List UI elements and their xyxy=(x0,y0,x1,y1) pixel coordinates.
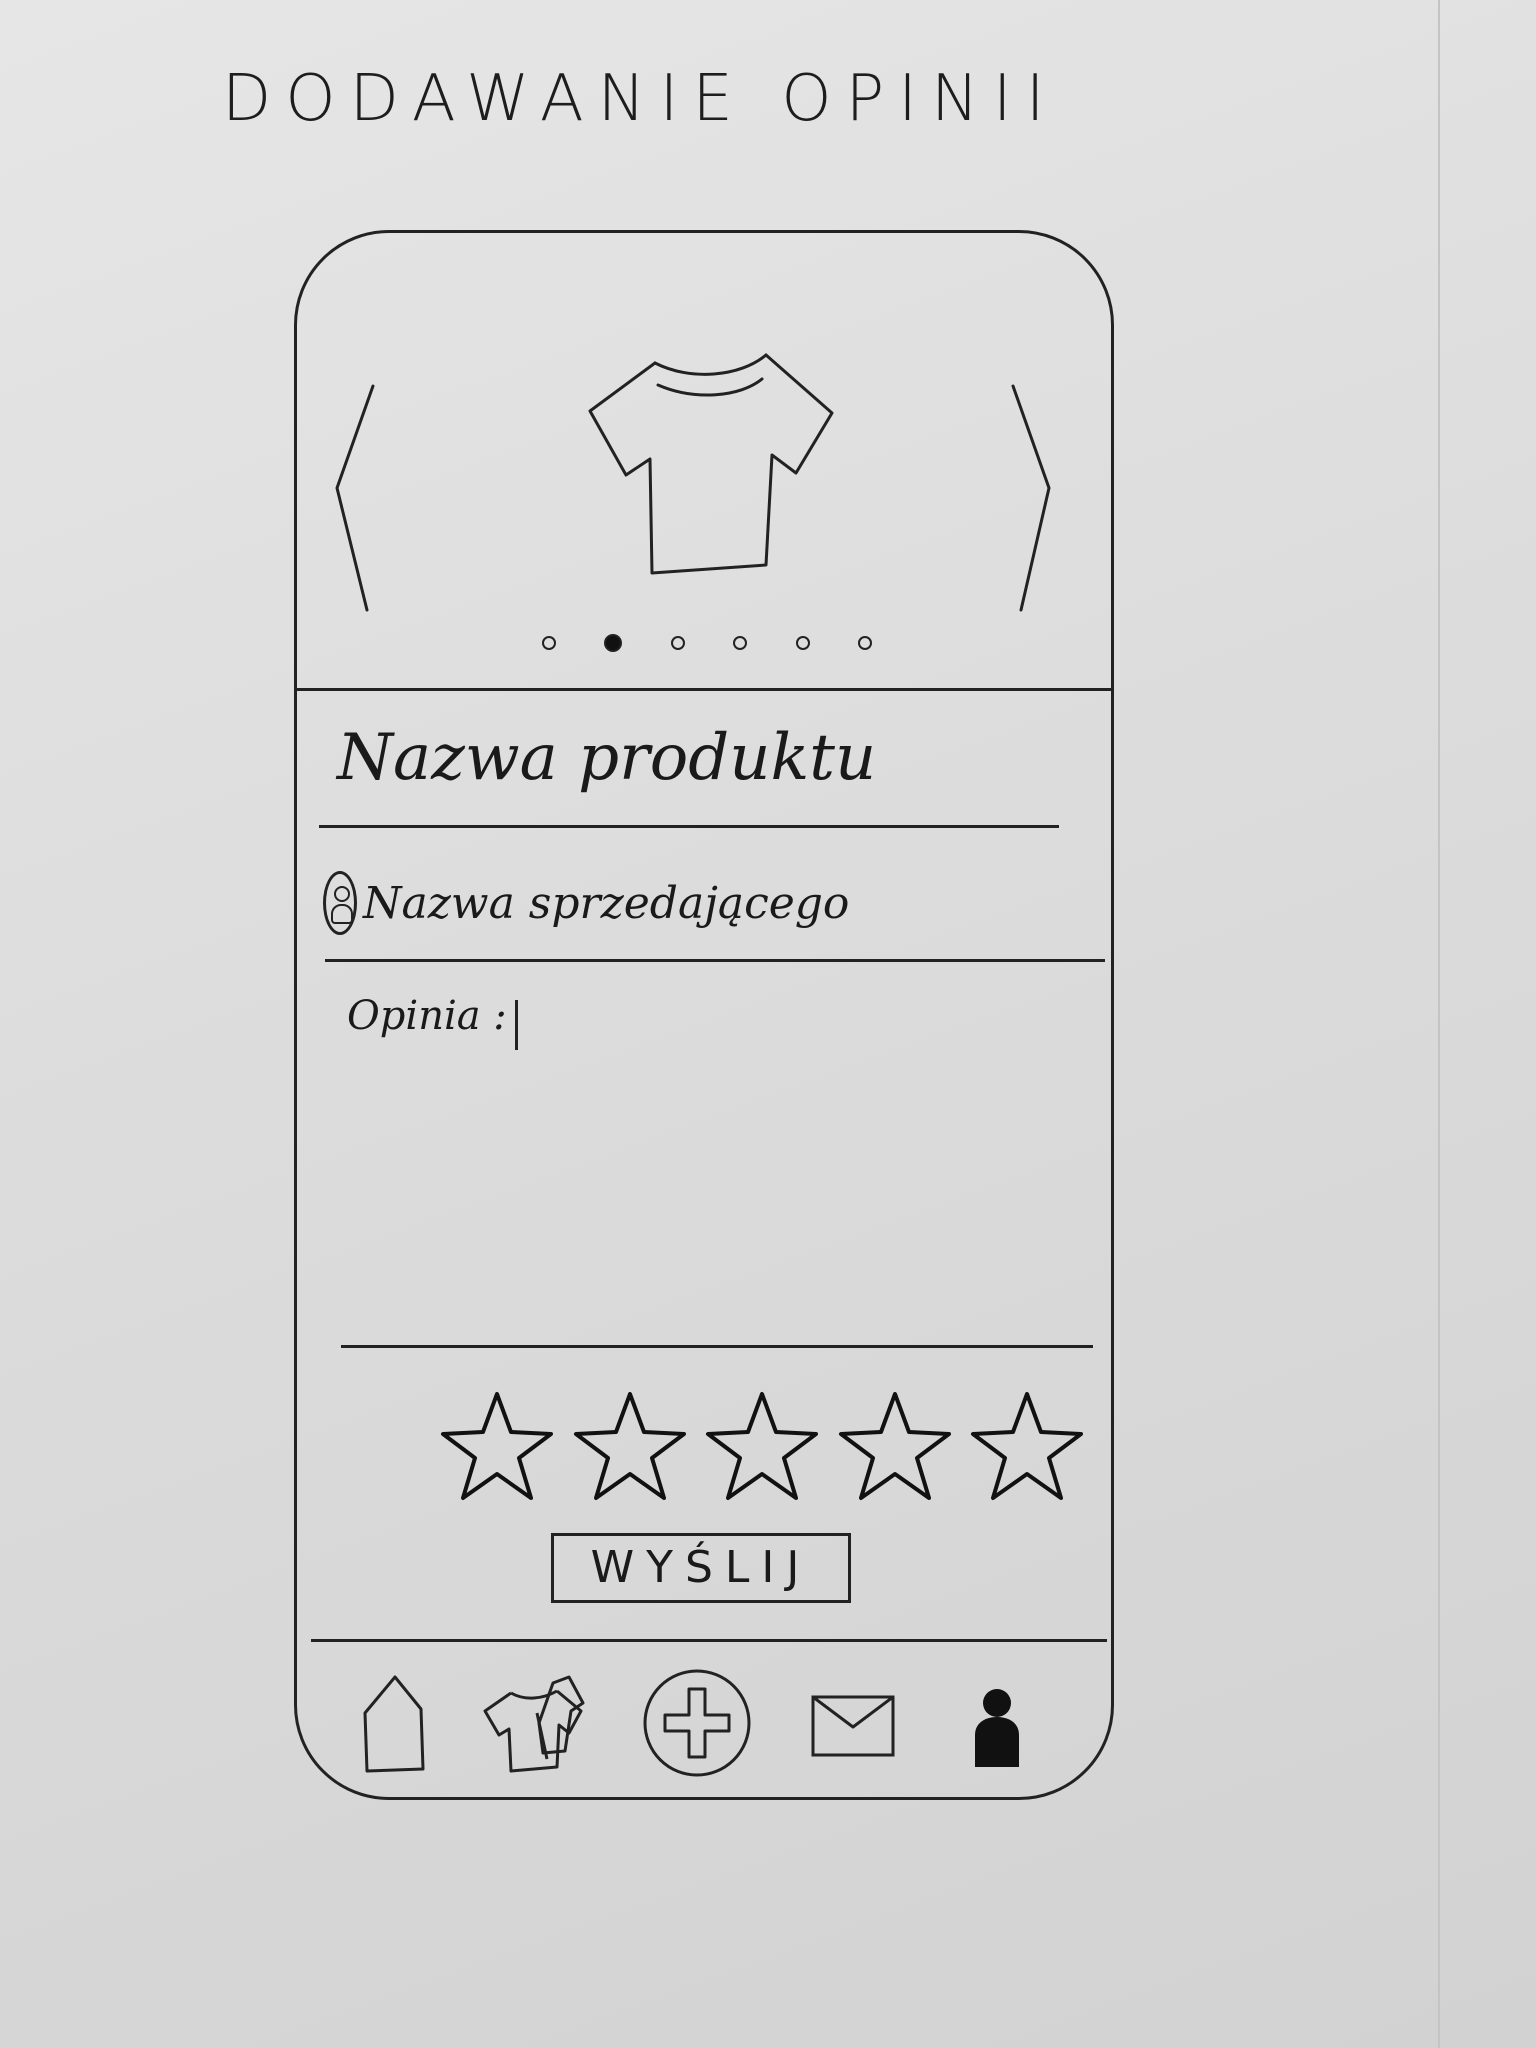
mail-icon xyxy=(811,1695,895,1757)
send-button[interactable]: WYŚLIJ xyxy=(551,1533,851,1603)
user-icon xyxy=(323,871,357,935)
tab-messages[interactable] xyxy=(797,1663,917,1783)
carousel-dot[interactable] xyxy=(733,636,748,650)
add-circle-icon xyxy=(643,1669,751,1777)
chevron-left-icon xyxy=(335,384,375,612)
divider xyxy=(319,825,1059,828)
star-icon[interactable] xyxy=(437,1388,557,1508)
divider xyxy=(325,959,1105,962)
divider xyxy=(341,1345,1093,1348)
text-caret xyxy=(514,999,518,1050)
sketch-title: DODAWANIE OPINII xyxy=(222,62,1059,136)
product-name: Nazwa produktu xyxy=(337,721,877,795)
clothes-icon xyxy=(483,1675,585,1773)
chevron-right-icon xyxy=(1011,384,1051,612)
carousel-next-button[interactable] xyxy=(1003,378,1063,618)
phone-frame: Nazwa produktu Nazwa sprzedającego Opini… xyxy=(294,230,1114,1800)
carousel-prev-button[interactable] xyxy=(327,378,387,618)
carousel-page-indicator xyxy=(542,623,872,663)
home-icon xyxy=(363,1675,425,1773)
carousel-dot[interactable] xyxy=(795,636,810,650)
product-image-carousel xyxy=(297,233,1111,688)
tab-bar-divider xyxy=(311,1639,1107,1642)
seller-link[interactable]: Nazwa sprzedającego xyxy=(323,863,849,943)
rating-stars xyxy=(437,1383,1087,1513)
bottom-tab-bar xyxy=(337,1663,1057,1783)
star-icon[interactable] xyxy=(570,1388,690,1508)
divider xyxy=(297,688,1111,691)
tab-home[interactable] xyxy=(337,1663,457,1783)
carousel-dot[interactable] xyxy=(857,636,872,650)
star-icon[interactable] xyxy=(702,1388,822,1508)
opinion-label: Opinia : xyxy=(347,993,507,1039)
paper-edge xyxy=(1438,0,1440,2048)
star-icon[interactable] xyxy=(835,1388,955,1508)
carousel-dot-active[interactable] xyxy=(604,634,623,652)
tab-add[interactable] xyxy=(637,1663,757,1783)
carousel-dot[interactable] xyxy=(670,636,685,650)
seller-name: Nazwa sprzedającego xyxy=(363,877,850,929)
star-icon[interactable] xyxy=(967,1388,1087,1508)
tab-clothes[interactable] xyxy=(477,1663,597,1783)
profile-icon xyxy=(975,1689,1019,1767)
tshirt-icon xyxy=(588,353,834,575)
tab-profile[interactable] xyxy=(937,1663,1057,1783)
carousel-dot[interactable] xyxy=(542,636,556,650)
